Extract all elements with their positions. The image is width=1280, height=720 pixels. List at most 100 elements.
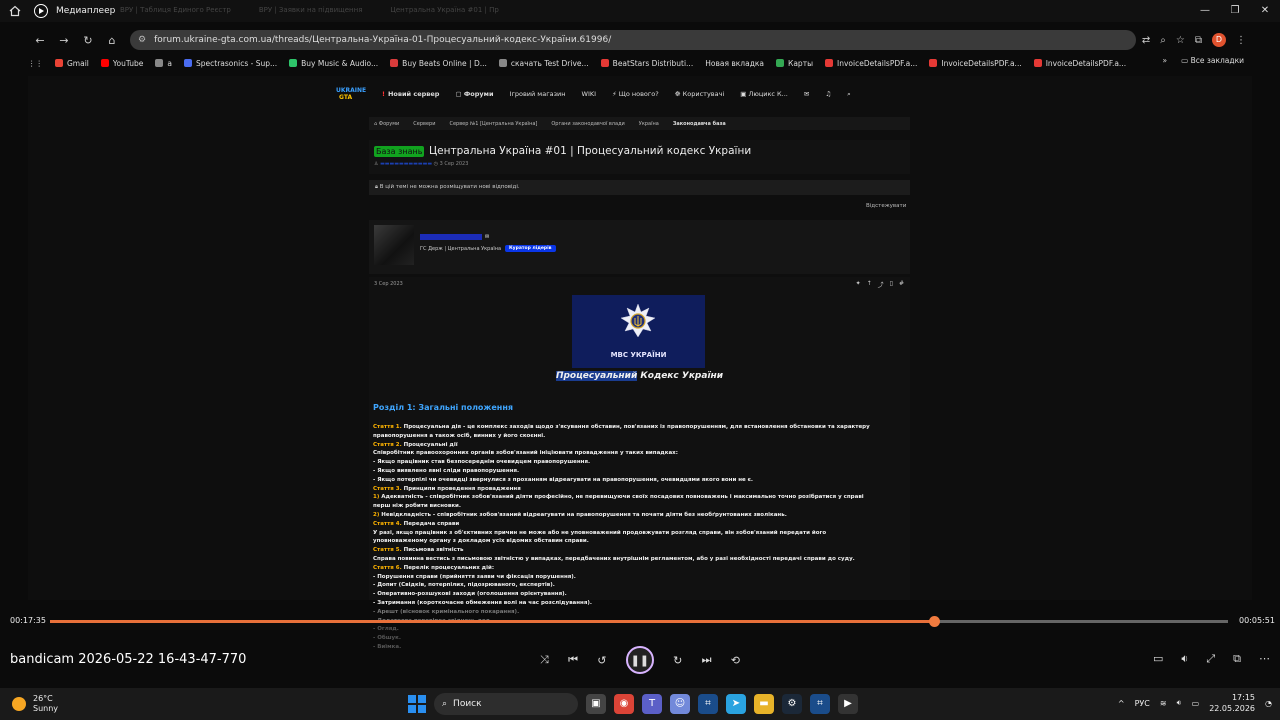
mail-icon[interactable]: ✉ <box>485 234 489 240</box>
watch-button[interactable]: Відстежувати <box>866 203 906 209</box>
bookmark-item[interactable]: BeatStars Distributi... <box>600 59 693 68</box>
nav-users[interactable]: ☸ Користувачі <box>675 90 725 98</box>
volume-icon[interactable]: 🔉︎ <box>1181 652 1188 666</box>
nav-account[interactable]: ▣ Люцикс К... <box>740 90 788 98</box>
breadcrumb-item[interactable]: Сервери <box>413 121 435 127</box>
breadcrumb-item[interactable]: Україна <box>639 121 659 127</box>
home-icon[interactable] <box>0 5 30 17</box>
task-view-icon[interactable]: ▣ <box>586 694 606 714</box>
app-icon[interactable]: ⌗ <box>698 694 718 714</box>
close-button[interactable]: ✕ <box>1250 0 1280 22</box>
seek-bar[interactable] <box>50 616 1228 627</box>
address-bar[interactable]: ⚙ forum.ukraine-gta.com.ua/threads/Центр… <box>130 30 1136 50</box>
nav-wiki[interactable]: WIKI <box>582 90 597 98</box>
more-options-icon[interactable]: ⋯ <box>1259 652 1270 666</box>
breadcrumb-item[interactable]: Законодавча база <box>673 121 726 127</box>
avatar[interactable] <box>374 225 414 265</box>
screen: Медиаплеер ВРУ | Таблиця Единого Реєстр … <box>0 0 1280 720</box>
breadcrumb: ⌂ Форуми Сервери Сервер №1 [Центральна У… <box>369 117 910 130</box>
miniplayer-icon[interactable]: ⧉ <box>1233 652 1241 666</box>
bookmark-item[interactable]: Карты <box>776 59 813 68</box>
inbox-icon[interactable]: ✉ <box>804 90 809 98</box>
subtitles-icon[interactable]: ▭ <box>1153 652 1163 666</box>
maximize-button[interactable]: ❐ <box>1220 0 1250 22</box>
repeat-off-icon[interactable]: ⟲ <box>731 654 740 667</box>
nav-new-server[interactable]: ! Новий сервер <box>382 90 439 98</box>
translate-icon[interactable]: ⇄ <box>1142 35 1150 46</box>
bookmark-item[interactable]: Buy Beats Online | D... <box>390 59 487 68</box>
pause-button[interactable]: ❚❚ <box>625 646 654 674</box>
battery-icon[interactable]: ▭ <box>1192 699 1200 708</box>
weather-widget[interactable]: 26°C Sunny <box>12 694 58 714</box>
back-arrow-icon[interactable]: ← <box>28 34 52 47</box>
bookmark-item[interactable]: скачать Test Drive... <box>498 59 589 68</box>
bookmark-item[interactable]: InvoiceDetailsPDF.a... <box>929 59 1022 68</box>
windows-start-icon[interactable] <box>408 695 426 713</box>
wifi-icon[interactable]: ≋ <box>1160 699 1167 708</box>
site-info-icon[interactable]: ⚙ <box>138 35 146 45</box>
minimize-button[interactable]: — <box>1190 0 1220 22</box>
bookmark-star-icon[interactable]: ☆ <box>1176 35 1185 46</box>
speaker-icon[interactable]: 🔉︎ <box>1177 698 1182 708</box>
extensions-icon[interactable]: ⧉ <box>1195 35 1202 46</box>
home-icon[interactable]: ⌂ <box>100 34 124 47</box>
breadcrumb-item[interactable]: Сервер №1 [Центральна Україна] <box>449 121 537 127</box>
article-line: Стаття 6. Перелік процесуальних дій: <box>373 564 495 571</box>
bookmark-item[interactable]: a <box>155 59 172 68</box>
profile-avatar[interactable]: D <box>1212 33 1226 47</box>
menu-kebab-icon[interactable]: ⋮ <box>1236 35 1246 46</box>
gear-icon[interactable]: ✦ <box>856 280 861 289</box>
clock-time: 17:15 <box>1231 693 1256 702</box>
zoom-icon[interactable]: ⌕ <box>1160 35 1166 46</box>
tray-chevron-icon[interactable]: ^ <box>1118 699 1125 708</box>
steam-icon[interactable]: ⚙ <box>782 694 802 714</box>
bookmark-item[interactable]: Spectrasonics - Sup... <box>184 59 277 68</box>
thread-author[interactable]: ▬▬▬▬▬▬▬▬▬▬▬ <box>380 161 432 167</box>
username-link[interactable] <box>420 234 482 240</box>
nav-forums[interactable]: ▢ Форуми <box>455 90 493 98</box>
file-explorer-icon[interactable]: ▬ <box>754 694 774 714</box>
bell-icon[interactable]: ♫ <box>825 90 831 98</box>
reload-icon[interactable]: ↻ <box>76 34 100 47</box>
nav-shop[interactable]: Ігровий магазин <box>510 90 566 98</box>
shuffle-icon[interactable]: ⤨ <box>540 653 549 667</box>
bookmark-item[interactable]: YouTube <box>100 59 143 68</box>
bookmark-item[interactable]: Gmail <box>55 59 89 68</box>
bookmark-item[interactable]: Buy Music & Audio... <box>289 59 378 68</box>
fullscreen-icon[interactable]: ⤢ <box>1206 652 1215 666</box>
bookmark-item[interactable]: Новая вкладка <box>705 59 764 68</box>
previous-icon[interactable]: ⏮ <box>568 653 578 667</box>
forward-arrow-icon[interactable]: → <box>52 34 76 47</box>
arrow-up-icon[interactable]: ↑ <box>867 280 872 289</box>
language-indicator[interactable]: РУС <box>1135 699 1150 708</box>
bookmark-icon[interactable]: ▯ <box>890 280 893 289</box>
bookmark-item[interactable]: InvoiceDetailsPDF.a... <box>1033 59 1126 68</box>
telegram-icon[interactable]: ➤ <box>726 694 746 714</box>
bookmark-item[interactable]: InvoiceDetailsPDF.a... <box>825 59 917 68</box>
apps-grid-icon[interactable]: ⋮⋮ <box>28 59 43 68</box>
share-icon[interactable]: ⤴ <box>878 280 884 289</box>
more-bookmarks-icon[interactable]: » <box>1163 56 1168 65</box>
teams-icon[interactable]: T <box>642 694 662 714</box>
mvs-emblem-image: МВС УКРАЇНИ <box>572 295 705 368</box>
discord-icon[interactable]: ☺ <box>670 694 690 714</box>
nav-whats-new[interactable]: ⚡ Що нового? <box>612 90 659 98</box>
next-icon[interactable]: ⏭ <box>702 653 712 667</box>
forward-30-icon[interactable]: ↻ <box>673 654 682 667</box>
browser-toolbar: ← → ↻ ⌂ ⚙ forum.ukraine-gta.com.ua/threa… <box>28 29 1252 51</box>
all-bookmarks-folder[interactable]: ▭ Все закладки <box>1181 56 1244 65</box>
seek-handle[interactable] <box>928 616 940 627</box>
notifications-icon[interactable]: ◔ <box>1265 699 1272 708</box>
taskbar-search[interactable]: ⌕ Поиск <box>434 693 578 715</box>
app-icon[interactable]: ⌗ <box>810 694 830 714</box>
media-player-taskbar-icon[interactable]: ▶ <box>838 694 858 714</box>
rewind-10-icon[interactable]: ↺ <box>597 654 606 667</box>
forum-logo[interactable]: UKRAINE GTA <box>336 86 366 102</box>
breadcrumb-item[interactable]: Органи законодавчої влади <box>551 121 624 127</box>
breadcrumb-item[interactable]: ⌂ Форуми <box>374 121 399 127</box>
search-icon[interactable]: ⌕ <box>847 90 851 99</box>
clock[interactable]: 17:15 22.05.2026 <box>1209 692 1255 714</box>
hash-icon[interactable]: # <box>899 280 904 289</box>
thread-meta: ♙ ▬▬▬▬▬▬▬▬▬▬▬ ◷ 3 Сер 2023 <box>374 161 468 167</box>
chrome-icon[interactable]: ◉ <box>614 694 634 714</box>
